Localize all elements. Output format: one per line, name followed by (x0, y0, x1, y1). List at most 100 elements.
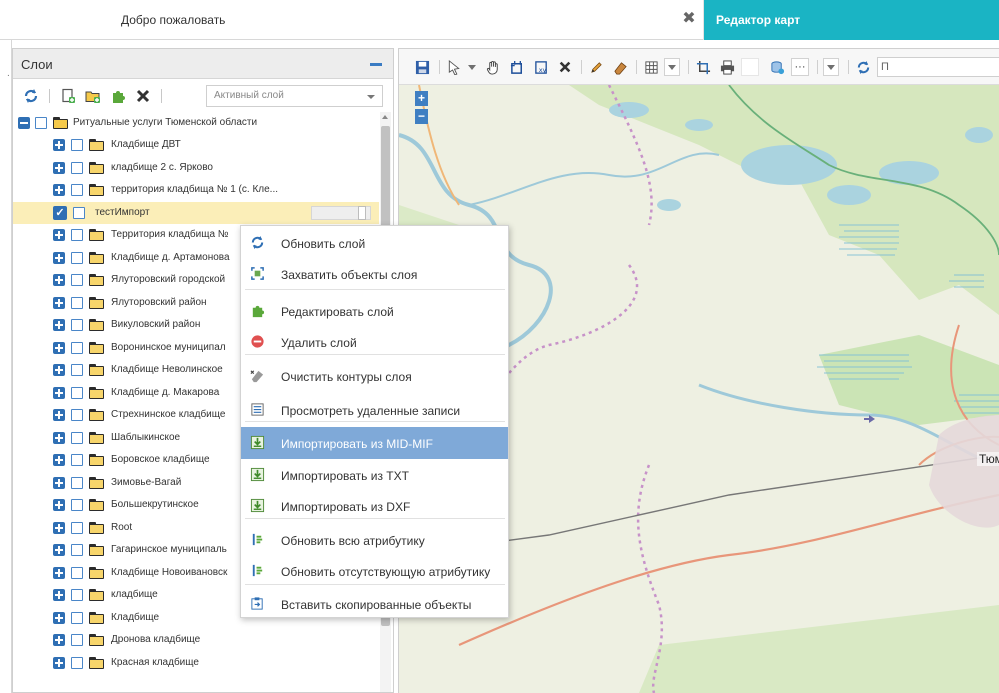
expand-icon[interactable] (53, 566, 65, 579)
zoom-out-button[interactable]: − (415, 109, 428, 124)
layer-checkbox[interactable] (35, 117, 47, 129)
context-menu-item[interactable]: Вставить скопированные объекты (241, 588, 508, 620)
eraser-tool-button[interactable] (611, 58, 629, 76)
expand-icon[interactable] (53, 229, 65, 241)
layer-visibility-checkbox[interactable] (73, 206, 85, 219)
active-layer-select[interactable]: Активный слой (206, 85, 383, 107)
context-menu-item[interactable]: Захватить объекты слоя (241, 258, 508, 290)
zoom-in-button[interactable]: + (415, 91, 428, 106)
layer-checkbox[interactable] (71, 161, 83, 174)
coordinates-tool-button[interactable]: xy (532, 58, 550, 76)
tree-root-row[interactable]: Ритуальные услуги Тюменской области (13, 112, 379, 134)
collapse-panel-button[interactable] (370, 63, 382, 66)
layer-checkbox[interactable] (71, 656, 83, 669)
opacity-slider[interactable] (311, 205, 371, 220)
opacity-slider-knob[interactable] (358, 205, 366, 220)
collapse-icon[interactable] (18, 117, 30, 129)
more-button[interactable]: ··· (791, 58, 809, 76)
expand-icon[interactable] (53, 341, 65, 354)
layer-checkbox[interactable] (71, 634, 83, 646)
layer-checkbox[interactable] (71, 364, 83, 376)
expand-icon[interactable] (53, 521, 65, 534)
layer-checkbox-checked[interactable]: ✓ (53, 205, 67, 220)
context-menu-item[interactable]: Обновить слой (241, 227, 508, 259)
crop-button[interactable] (694, 58, 712, 76)
tree-row[interactable]: территория кладбища № 1 (с. Кле... (13, 179, 379, 201)
refresh-map-button[interactable] (854, 58, 872, 76)
add-layer-button[interactable] (58, 86, 78, 106)
add-folder-button[interactable] (83, 86, 103, 106)
layer-checkbox[interactable] (71, 229, 83, 241)
expand-icon[interactable] (53, 364, 65, 376)
scale-dropdown[interactable] (823, 58, 839, 76)
tree-row[interactable]: ✓ тестИмпорт (13, 201, 379, 224)
context-menu-item[interactable]: Обновить всю атрибутику (241, 524, 508, 556)
expand-icon[interactable] (53, 386, 65, 399)
frame-tool-button[interactable] (508, 58, 526, 76)
expand-icon[interactable] (53, 431, 65, 444)
expand-icon[interactable] (53, 544, 65, 556)
expand-icon[interactable] (53, 611, 65, 624)
expand-icon[interactable] (53, 274, 65, 286)
layer-checkbox[interactable] (71, 521, 83, 534)
table-dropdown[interactable] (664, 58, 680, 76)
tree-row[interactable]: кладбище 2 с. Ярково (13, 157, 379, 179)
layer-checkbox[interactable] (71, 409, 83, 421)
delete-layer-button[interactable] (133, 86, 153, 106)
expand-icon[interactable] (53, 296, 65, 309)
layer-checkbox[interactable] (71, 499, 83, 511)
layer-checkbox[interactable] (71, 544, 83, 556)
layer-checkbox[interactable] (71, 386, 83, 399)
tree-row[interactable]: Дронова кладбище (13, 629, 379, 651)
close-icon[interactable]: ✖ (681, 10, 697, 28)
refresh-layers-button[interactable] (21, 86, 41, 106)
edit-layer-button[interactable] (108, 86, 128, 106)
layer-checkbox[interactable] (71, 319, 83, 331)
tree-row[interactable]: Кладбище ДВТ (13, 134, 379, 156)
expand-icon[interactable] (53, 161, 65, 174)
layer-checkbox[interactable] (71, 139, 83, 151)
expand-icon[interactable] (53, 476, 65, 489)
layers-db-button[interactable] (768, 58, 786, 76)
tree-row[interactable]: Красная кладбище (13, 652, 379, 674)
scroll-up-icon[interactable] (382, 115, 388, 119)
layer-checkbox[interactable] (71, 274, 83, 286)
context-menu-item[interactable]: Импортировать из TXT (241, 459, 508, 491)
tab-map-editor[interactable]: Редактор карт (704, 0, 999, 40)
select-tool-button[interactable] (445, 58, 463, 76)
expand-icon[interactable] (53, 251, 65, 264)
expand-icon[interactable] (53, 454, 65, 466)
context-menu-item[interactable]: Импортировать из MID-MIF (241, 427, 508, 459)
layer-checkbox[interactable] (71, 251, 83, 264)
expand-icon[interactable] (53, 184, 65, 196)
print-button[interactable] (718, 58, 736, 76)
expand-icon[interactable] (53, 319, 65, 331)
delete-object-button[interactable] (556, 58, 574, 76)
tab-welcome[interactable]: Добро пожаловать ✖ (0, 0, 704, 40)
expand-icon[interactable] (53, 499, 65, 511)
layer-checkbox[interactable] (71, 476, 83, 489)
layer-checkbox[interactable] (71, 341, 83, 354)
layer-checkbox[interactable] (71, 184, 83, 196)
blank-tool-button[interactable] (741, 58, 759, 76)
chevron-down-icon[interactable] (468, 65, 476, 70)
map-search-input[interactable]: П (877, 57, 999, 77)
draw-tool-button[interactable] (587, 58, 605, 76)
expand-icon[interactable] (53, 656, 65, 669)
save-button[interactable] (413, 58, 431, 76)
layer-checkbox[interactable] (71, 589, 83, 601)
expand-icon[interactable] (53, 409, 65, 421)
layer-checkbox[interactable] (71, 566, 83, 579)
expand-icon[interactable] (53, 589, 65, 601)
layer-checkbox[interactable] (71, 431, 83, 444)
expand-icon[interactable] (53, 634, 65, 646)
left-collapse-strip[interactable]: . (0, 40, 12, 693)
context-menu-item[interactable]: Очистить контуры слоя (241, 360, 508, 392)
pan-tool-button[interactable] (484, 58, 502, 76)
expand-icon[interactable] (53, 139, 65, 151)
layer-checkbox[interactable] (71, 611, 83, 624)
table-button[interactable] (642, 58, 660, 76)
context-menu-item[interactable]: Редактировать слой (241, 295, 508, 327)
layer-checkbox[interactable] (71, 454, 83, 466)
context-menu-item[interactable]: Обновить отсутствующую атрибутику (241, 555, 508, 587)
